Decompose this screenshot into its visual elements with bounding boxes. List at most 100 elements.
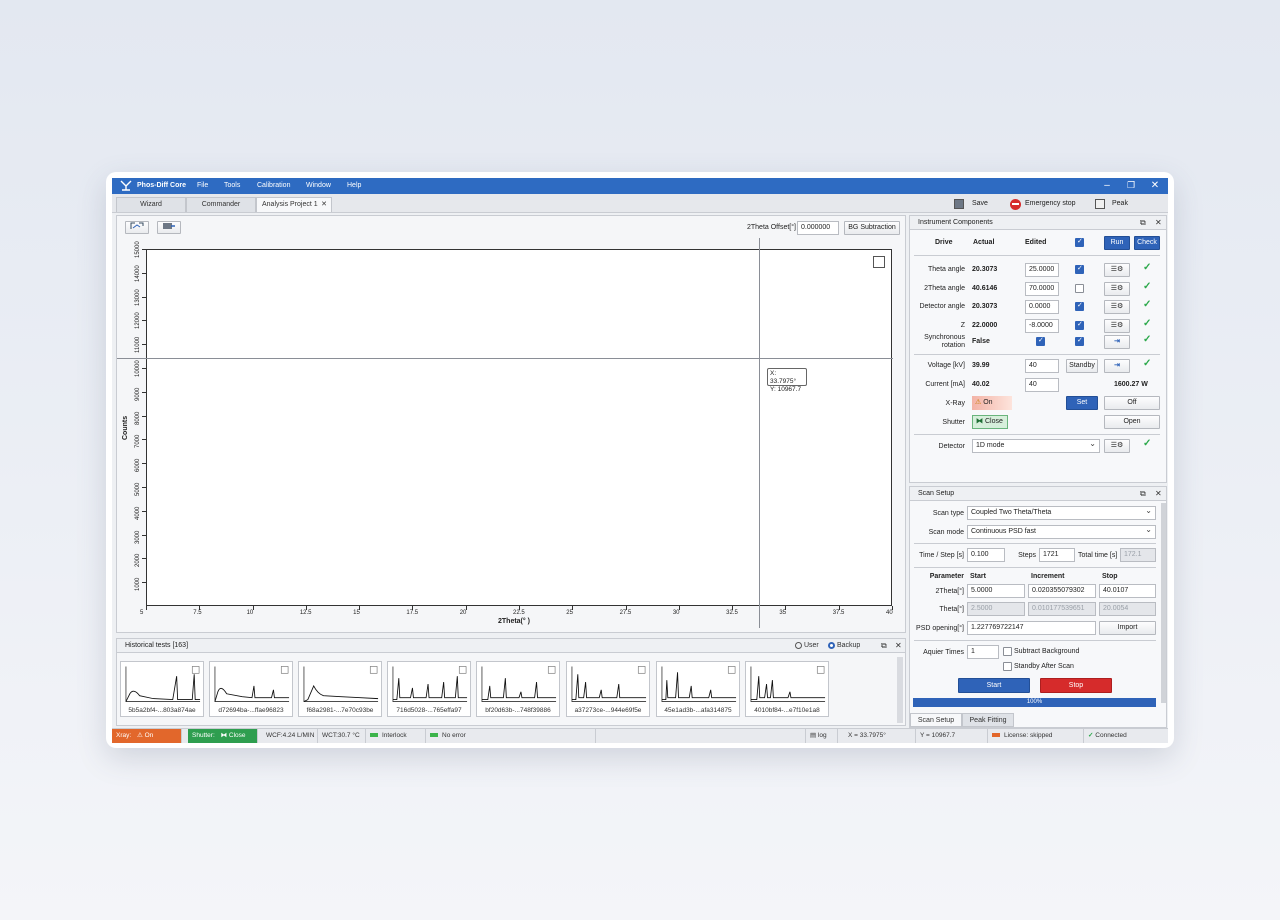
close-tab-icon[interactable]: ✕ xyxy=(321,198,327,212)
tab-scan-setup[interactable]: Scan Setup xyxy=(910,713,962,727)
standby-after-checkbox[interactable] xyxy=(1003,662,1012,671)
history-thumbnail[interactable]: a37273ce-...944e69f5e xyxy=(566,661,650,717)
history-thumbnail[interactable]: 4010bf84-...e7f10e1a8 xyxy=(745,661,829,717)
bg-subtraction-button[interactable]: BG Subtraction xyxy=(844,221,900,235)
scan-type-select[interactable]: Coupled Two Theta/Theta xyxy=(967,506,1156,520)
undock-icon[interactable]: ⧉ xyxy=(1140,487,1146,500)
history-radio-backup[interactable]: Backup xyxy=(828,639,860,652)
sync-go-button[interactable]: ⇥ xyxy=(1104,335,1130,349)
psd-input[interactable]: 1.227769722147 xyxy=(967,621,1096,635)
run-button[interactable]: Run xyxy=(1104,236,1130,250)
app-title: Phos-Diff Core xyxy=(137,182,186,189)
history-scrollbar[interactable] xyxy=(897,657,903,723)
y-tick-label: 12000 xyxy=(135,312,141,330)
log-button[interactable]: ▤ log xyxy=(806,729,838,743)
drive-settings-button[interactable]: ☰⚙ xyxy=(1104,282,1130,296)
start-button[interactable]: Start xyxy=(958,678,1030,693)
tab-wizard[interactable]: Wizard xyxy=(116,197,186,212)
history-thumbnail[interactable]: 45e1ad3b-...afa314875 xyxy=(656,661,740,717)
drive-edited-input[interactable]: -8.0000 xyxy=(1025,319,1059,333)
save-button[interactable]: Save xyxy=(954,197,988,211)
y-axis-label: Counts xyxy=(122,415,129,440)
close-panel-icon[interactable]: ✕ xyxy=(1155,487,1162,500)
drive-edited-input[interactable]: 0.0000 xyxy=(1025,300,1059,314)
connection-status: ✓ Connected xyxy=(1084,729,1168,743)
standby-after-label: Standby After Scan xyxy=(1014,663,1074,670)
steps-label: Steps xyxy=(1018,552,1036,559)
drive-edited-checkbox[interactable] xyxy=(1075,264,1084,274)
subtract-bg-checkbox[interactable] xyxy=(1003,647,1012,656)
drive-settings-button[interactable]: ☰⚙ xyxy=(1104,300,1130,314)
tab-commander[interactable]: Commander xyxy=(186,197,256,212)
sync-edited-checkbox[interactable] xyxy=(1075,336,1084,346)
aquire-input[interactable]: 1 xyxy=(967,645,999,659)
offset-input[interactable]: 0.000000 xyxy=(797,221,839,235)
detector-select[interactable]: 1D mode xyxy=(972,439,1100,453)
history-radio-user[interactable]: User xyxy=(795,639,819,652)
y-tick-label: 13000 xyxy=(135,288,141,306)
check-button[interactable]: Check xyxy=(1134,236,1160,250)
tab-peak-fitting[interactable]: Peak Fitting xyxy=(962,713,1014,727)
export-button[interactable] xyxy=(157,221,181,234)
peak-button[interactable]: Peak xyxy=(1095,197,1128,211)
drive-edited-input[interactable]: 70.0000 xyxy=(1025,282,1059,296)
emergency-stop-label: Emergency stop xyxy=(1025,200,1076,207)
drive-ok-icon: ✓ xyxy=(1143,281,1152,292)
twotheta-label: 2Theta[°] xyxy=(935,588,964,595)
history-thumbnail[interactable]: 5b5a2bf4-...803a874ae xyxy=(120,661,204,717)
undock-icon[interactable]: ⧉ xyxy=(1140,216,1146,229)
history-thumbnail[interactable]: 716d5028-...765effa97 xyxy=(387,661,471,717)
menu-tools[interactable]: Tools xyxy=(224,182,240,189)
stop-button[interactable]: Stop xyxy=(1040,678,1112,693)
voltage-input[interactable]: 40 xyxy=(1025,359,1059,373)
edited-all-checkbox[interactable] xyxy=(1075,237,1084,247)
drive-edited-checkbox[interactable] xyxy=(1075,284,1084,293)
import-button[interactable]: Import xyxy=(1099,621,1156,635)
tab-analysis-project[interactable]: Analysis Project 1 ✕ xyxy=(256,197,332,212)
undock-icon[interactable]: ⧉ xyxy=(881,639,887,652)
open-button[interactable]: Open xyxy=(1104,415,1160,429)
emergency-stop-button[interactable]: Emergency stop xyxy=(1010,197,1076,211)
total-time-input: 172.1 xyxy=(1120,548,1156,562)
history-thumbnail[interactable]: d72694ba-...ffae96823 xyxy=(209,661,293,717)
off-button[interactable]: Off xyxy=(1104,396,1160,410)
scan-scrollbar[interactable] xyxy=(1161,503,1166,703)
current-input[interactable]: 40 xyxy=(1025,378,1059,392)
y-tick-mark xyxy=(142,320,146,322)
twotheta-stop-input[interactable]: 40.0107 xyxy=(1099,584,1156,598)
shutter-status: Shutter: ⧓ Close xyxy=(188,729,258,743)
zoom-fit-button[interactable] xyxy=(125,221,149,234)
time-step-input[interactable]: 0.100 xyxy=(967,548,1005,562)
steps-input[interactable]: 1721 xyxy=(1039,548,1075,562)
thumbnail-chart xyxy=(571,666,647,702)
sync-checkbox[interactable] xyxy=(1036,336,1045,346)
close-icon[interactable]: ✕ xyxy=(1148,180,1162,191)
drive-edited-input[interactable]: 25.0000 xyxy=(1025,263,1059,277)
y-tick-label: 10000 xyxy=(135,360,141,377)
detector-settings-button[interactable]: ☰⚙ xyxy=(1104,439,1130,453)
history-thumbnail[interactable]: f68a2981-...7e70c93be xyxy=(298,661,382,717)
menu-help[interactable]: Help xyxy=(347,182,361,189)
scan-mode-select[interactable]: Continuous PSD fast xyxy=(967,525,1156,539)
x-axis-label: 2Theta(° ) xyxy=(498,618,530,625)
drive-settings-button[interactable]: ☰⚙ xyxy=(1104,263,1130,277)
minimize-icon[interactable]: – xyxy=(1100,180,1114,191)
twotheta-increment-input[interactable]: 0.020355079302 xyxy=(1028,584,1096,598)
drive-edited-checkbox[interactable] xyxy=(1075,320,1084,330)
menu-file[interactable]: File xyxy=(197,182,208,189)
voltage-go-button[interactable]: ⇥ xyxy=(1104,359,1130,373)
close-panel-icon[interactable]: ✕ xyxy=(1155,216,1162,229)
standby-button[interactable]: Standby xyxy=(1066,359,1098,373)
close-panel-icon[interactable]: ✕ xyxy=(895,639,902,652)
menu-calibration[interactable]: Calibration xyxy=(257,182,290,189)
history-thumbnail[interactable]: bf20d63b-...748f39886 xyxy=(476,661,560,717)
drive-edited-checkbox[interactable] xyxy=(1075,301,1084,311)
y-tick-mark xyxy=(142,582,146,584)
set-button[interactable]: Set xyxy=(1066,396,1098,410)
twotheta-start-input[interactable]: 5.0000 xyxy=(967,584,1025,598)
drive-settings-button[interactable]: ☰⚙ xyxy=(1104,319,1130,333)
plot-legend-toggle[interactable] xyxy=(873,256,885,268)
plot-area[interactable]: X: 33.7975° Y: 10967.7 xyxy=(117,238,893,628)
menu-window[interactable]: Window xyxy=(306,182,331,189)
restore-icon[interactable]: ❐ xyxy=(1124,180,1138,191)
